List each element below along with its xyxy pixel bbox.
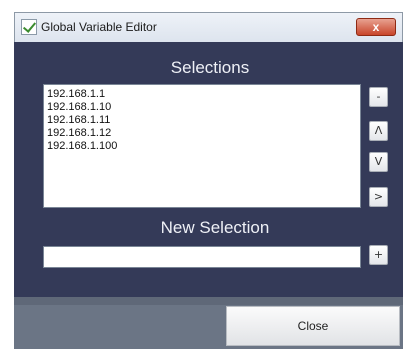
move-right-button[interactable]: > [369,187,388,207]
selections-heading: Selections [170,58,250,77]
list-item[interactable]: 192.168.1.100 [47,140,360,153]
remove-selection-button[interactable]: - [369,87,388,107]
selections-listbox[interactable]: 192.168.1.1 192.168.1.10 192.168.1.11 19… [43,84,361,208]
list-item[interactable]: 192.168.1.11 [47,114,360,127]
list-item[interactable]: 192.168.1.10 [47,101,360,114]
footer-divider [14,297,403,305]
close-window-button[interactable]: x [356,18,396,36]
list-item[interactable]: 192.168.1.12 [47,127,360,140]
checkmark-edit-icon [21,19,37,35]
list-item[interactable]: 192.168.1.1 [47,88,360,101]
title-bar[interactable]: Global Variable Editor x [15,13,402,42]
close-icon: x [372,20,380,34]
move-up-button[interactable]: Λ [369,121,388,141]
new-selection-input[interactable] [43,246,361,268]
add-selection-button[interactable]: + [369,245,388,265]
new-selection-heading: New Selection [160,218,270,237]
move-down-button[interactable]: V [369,152,388,172]
window-title: Global Variable Editor [41,20,157,34]
close-button[interactable]: Close [226,306,400,346]
